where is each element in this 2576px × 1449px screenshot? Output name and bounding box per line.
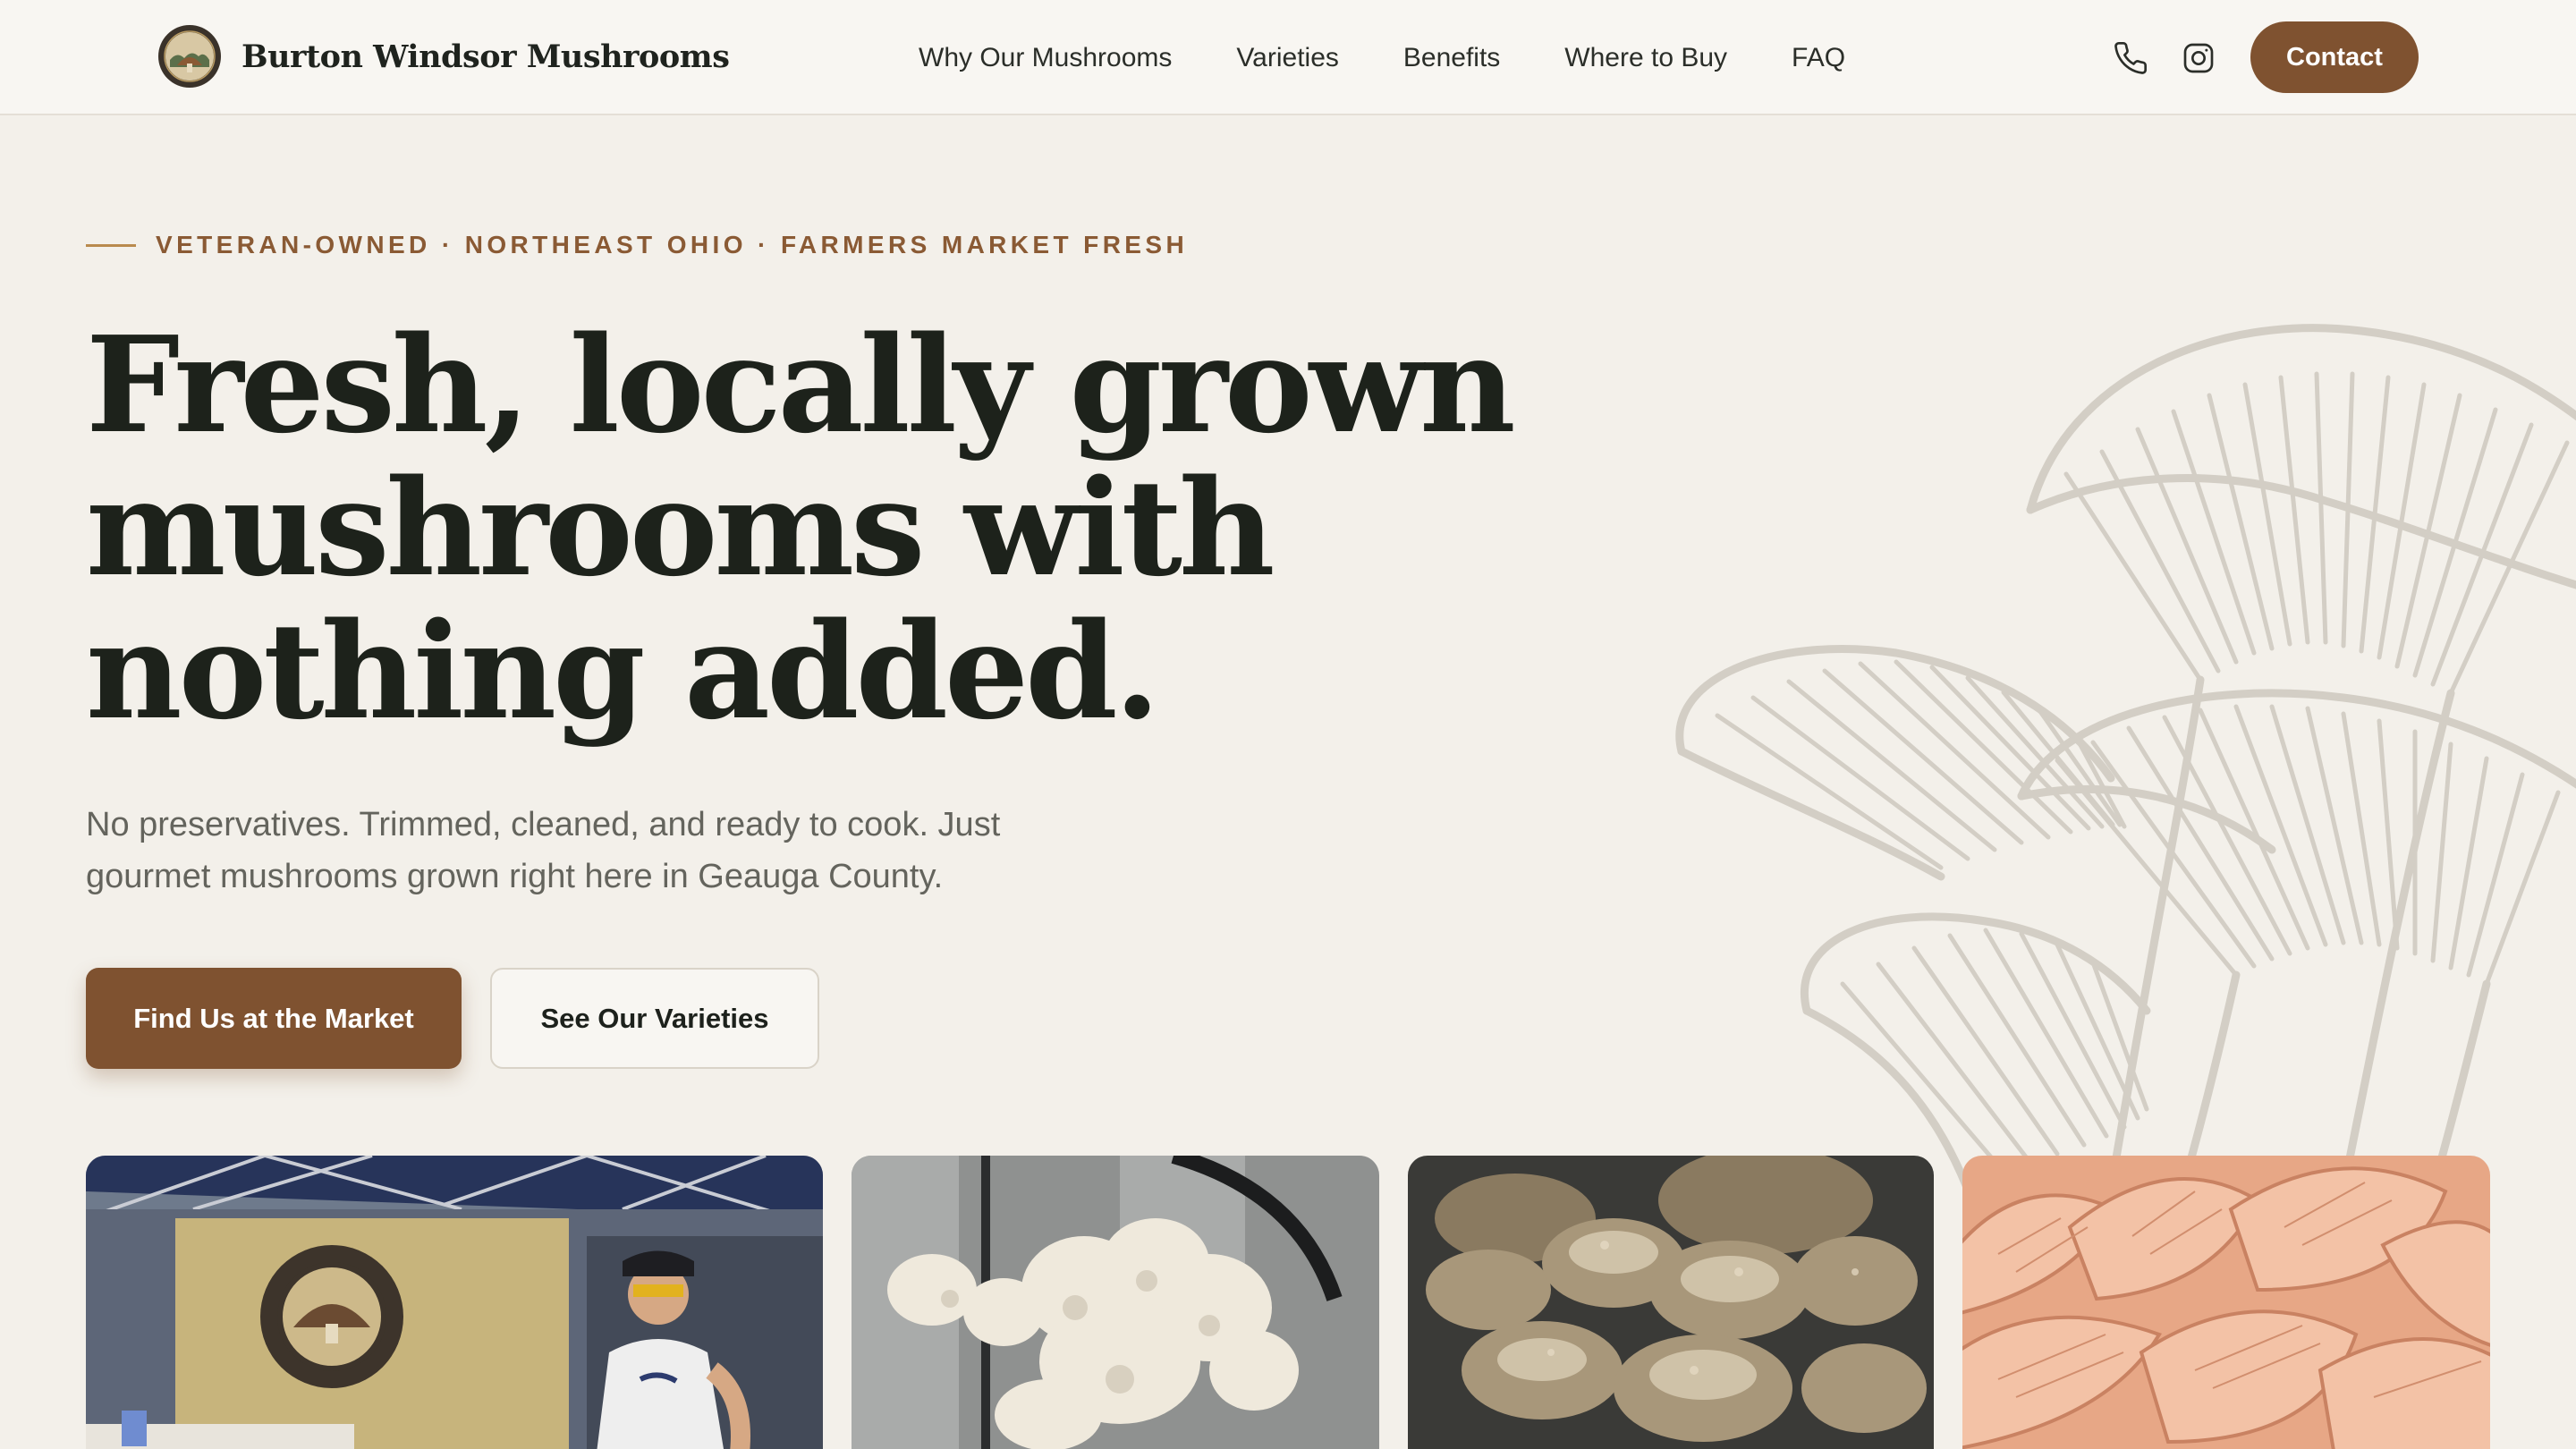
main-nav: Why Our Mushrooms Varieties Benefits Whe… — [919, 0, 1845, 115]
pink-oyster-photo — [1962, 1156, 2490, 1449]
nav-link-benefits[interactable]: Benefits — [1403, 43, 1500, 73]
shiitake-photo — [1408, 1156, 1934, 1449]
nav-link-why-our-mushrooms[interactable]: Why Our Mushrooms — [919, 43, 1172, 73]
oyster-mushroom-illustration — [1675, 324, 2576, 1190]
hero-headline: Fresh, locally grown mushrooms with noth… — [86, 307, 1516, 749]
nav-link-varieties[interactable]: Varieties — [1236, 43, 1339, 73]
site-header: Burton Windsor Mushrooms Why Our Mushroo… — [0, 0, 2576, 115]
market-booth-photo — [86, 1156, 823, 1449]
hero-eyebrow: VETERAN-OWNED · NORTHEAST OHIO · FARMERS… — [86, 231, 1188, 259]
nav-link-where-to-buy[interactable]: Where to Buy — [1564, 43, 1727, 73]
instagram-icon[interactable] — [2181, 40, 2216, 76]
find-us-at-market-button[interactable]: Find Us at the Market — [86, 968, 462, 1069]
lions-mane-photo — [852, 1156, 1379, 1449]
contact-button[interactable]: Contact — [2250, 21, 2419, 93]
nav-link-faq[interactable]: FAQ — [1792, 43, 1845, 73]
brand-logo-icon — [158, 25, 221, 88]
brand[interactable]: Burton Windsor Mushrooms — [157, 24, 730, 89]
see-varieties-button[interactable]: See Our Varieties — [490, 968, 819, 1069]
phone-icon[interactable] — [2113, 40, 2148, 76]
brand-name: Burton Windsor Mushrooms — [242, 38, 730, 75]
eyebrow-divider — [86, 243, 136, 247]
hero-subcopy: No preservatives. Trimmed, cleaned, and … — [86, 806, 1001, 895]
eyebrow-text: VETERAN-OWNED · NORTHEAST OHIO · FARMERS… — [156, 231, 1189, 258]
